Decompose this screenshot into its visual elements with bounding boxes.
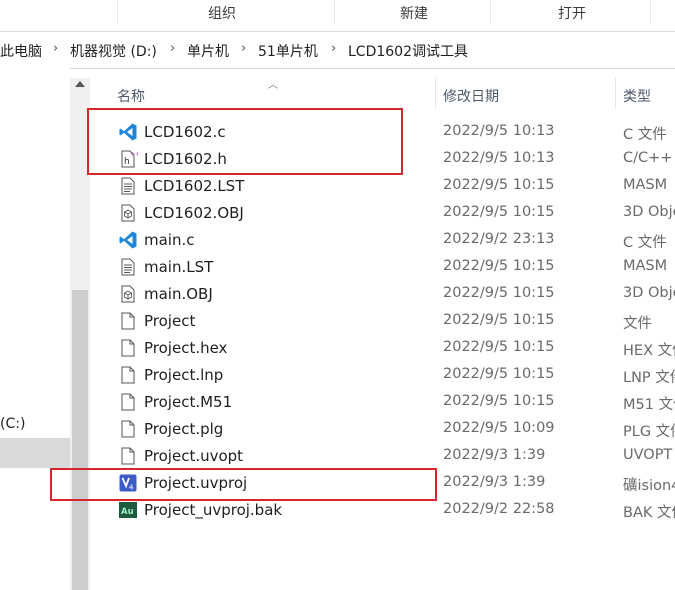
- file-name[interactable]: Project.plg: [144, 420, 223, 438]
- file-type: MASM: [623, 258, 668, 274]
- nav-item-selected[interactable]: [0, 438, 70, 468]
- file-modified-date: 2022/9/5 10:09: [443, 420, 555, 436]
- file-modified-date: 2022/9/2 23:13: [443, 231, 555, 247]
- scroll-up-icon[interactable]: [75, 81, 85, 87]
- file-row[interactable]: Project.M51 2022/9/5 10:15 M51 文件: [110, 389, 675, 416]
- svg-text:Au: Au: [121, 507, 134, 517]
- file-type: 3D Obje: [623, 204, 675, 220]
- file-name[interactable]: Project.lnp: [144, 366, 223, 384]
- column-separator[interactable]: [615, 78, 616, 108]
- file-modified-date: 2022/9/5 10:15: [443, 258, 555, 274]
- 3d-object-icon: [118, 284, 138, 304]
- blank-file-icon: [118, 392, 138, 412]
- file-name[interactable]: Project: [144, 312, 195, 330]
- file-type: 礦ision4: [623, 478, 675, 494]
- file-modified-date: 2022/9/5 10:15: [443, 177, 555, 193]
- file-modified-date: 2022/9/5 10:13: [443, 150, 555, 166]
- file-type: LNP 文件: [623, 370, 675, 386]
- file-name[interactable]: main.c: [144, 231, 195, 249]
- file-type: C 文件: [623, 235, 667, 251]
- vscode-icon: [118, 230, 138, 250]
- file-row[interactable]: Project.hex 2022/9/5 10:15 HEX 文件: [110, 335, 675, 362]
- blank-file-icon: [118, 446, 138, 466]
- ribbon-separator: [334, 0, 335, 24]
- ribbon-group-open[interactable]: 打开: [558, 3, 586, 23]
- file-name[interactable]: Project.uvopt: [144, 447, 243, 465]
- column-header-name[interactable]: 名称: [117, 86, 145, 106]
- column-header-modified[interactable]: 修改日期: [443, 86, 499, 106]
- blank-file-icon: [118, 365, 138, 385]
- file-type: C/C++: [623, 150, 673, 166]
- file-name[interactable]: Project_uvproj.bak: [144, 501, 282, 519]
- breadcrumb-this-pc[interactable]: 此电脑: [0, 41, 42, 61]
- blank-file-icon: [118, 338, 138, 358]
- blank-file-icon: [118, 419, 138, 439]
- file-modified-date: 2022/9/5 10:15: [443, 393, 555, 409]
- text-file-icon: [118, 176, 138, 196]
- 3d-object-icon: [118, 203, 138, 223]
- chevron-right-icon[interactable]: ›: [331, 41, 336, 56]
- breadcrumb-51-mcu[interactable]: 51单片机: [258, 41, 318, 61]
- file-type: UVOPT: [623, 447, 673, 463]
- file-row[interactable]: Project.plg 2022/9/5 10:09 PLG 文件: [110, 416, 675, 443]
- scrollbar-thumb[interactable]: [72, 290, 88, 590]
- address-bar[interactable]: 此电脑 › 机器视觉 (D:) › 单片机 › 51单片机 › LCD1602调…: [0, 31, 675, 69]
- file-modified-date: 2022/9/3 1:39: [443, 474, 546, 490]
- file-modified-date: 2022/9/5 10:15: [443, 312, 555, 328]
- file-modified-date: 2022/9/5 10:15: [443, 366, 555, 382]
- text-file-icon: [118, 257, 138, 277]
- file-type: 3D Obje: [623, 285, 675, 301]
- sort-ascending-icon: ︿: [268, 80, 278, 91]
- ribbon: 组织 新建 打开: [0, 0, 675, 24]
- file-row[interactable]: main.OBJ 2022/9/5 10:15 3D Obje: [110, 281, 675, 308]
- file-row[interactable]: LCD1602.OBJ 2022/9/5 10:15 3D Obje: [110, 200, 675, 227]
- breadcrumb-mcu[interactable]: 单片机: [187, 41, 229, 61]
- chevron-right-icon[interactable]: ›: [241, 41, 246, 56]
- ribbon-group-organize[interactable]: 组织: [208, 3, 236, 23]
- column-header-type[interactable]: 类型: [623, 86, 651, 106]
- file-modified-date: 2022/9/3 1:39: [443, 447, 546, 463]
- file-row[interactable]: main.c 2022/9/2 23:13 C 文件: [110, 227, 675, 254]
- file-modified-date: 2022/9/5 10:15: [443, 285, 555, 301]
- file-row[interactable]: Project 2022/9/5 10:15 文件: [110, 308, 675, 335]
- file-row[interactable]: Project.lnp 2022/9/5 10:15 LNP 文件: [110, 362, 675, 389]
- file-type: PLG 文件: [623, 424, 675, 440]
- ribbon-separator: [490, 0, 491, 24]
- file-type: C 文件: [623, 127, 667, 143]
- file-row[interactable]: Au Project_uvproj.bak 2022/9/2 22:58 BAK 文件: [110, 497, 675, 524]
- nav-item-drive-c[interactable]: (C:): [0, 416, 25, 432]
- file-name[interactable]: LCD1602.LST: [144, 177, 244, 195]
- file-type: M51 文件: [623, 397, 675, 413]
- file-name[interactable]: LCD1602.OBJ: [144, 204, 244, 222]
- chevron-right-icon[interactable]: ›: [53, 41, 58, 56]
- file-row[interactable]: main.LST 2022/9/5 10:15 MASM: [110, 254, 675, 281]
- file-name[interactable]: main.OBJ: [144, 285, 213, 303]
- file-modified-date: 2022/9/5 10:15: [443, 339, 555, 355]
- file-type: BAK 文件: [623, 505, 675, 521]
- highlight-box-lcd1602-files: [87, 108, 403, 175]
- file-modified-date: 2022/9/2 22:58: [443, 501, 555, 517]
- file-modified-date: 2022/9/5 10:13: [443, 123, 555, 139]
- file-type: MASM: [623, 177, 668, 193]
- highlight-box-uvproj: [50, 468, 437, 501]
- ribbon-group-new[interactable]: 新建: [400, 3, 428, 23]
- file-name[interactable]: main.LST: [144, 258, 213, 276]
- file-type: HEX 文件: [623, 343, 675, 359]
- ribbon-separator: [117, 0, 118, 24]
- file-name[interactable]: Project.hex: [144, 339, 227, 357]
- navigation-pane: [0, 68, 70, 590]
- chevron-right-icon[interactable]: ›: [170, 41, 175, 56]
- file-row[interactable]: LCD1602.LST 2022/9/5 10:15 MASM: [110, 173, 675, 200]
- breadcrumb-lcd1602-tool[interactable]: LCD1602调试工具: [348, 41, 468, 61]
- file-row[interactable]: Project.uvopt 2022/9/3 1:39 UVOPT: [110, 443, 675, 470]
- breadcrumb-drive-d[interactable]: 机器视觉 (D:): [70, 41, 157, 61]
- file-type: 文件: [623, 316, 652, 332]
- audition-icon: Au: [118, 500, 138, 520]
- column-separator[interactable]: [435, 78, 436, 108]
- file-name[interactable]: Project.M51: [144, 393, 232, 411]
- file-modified-date: 2022/9/5 10:15: [443, 204, 555, 220]
- ribbon-separator: [650, 0, 651, 24]
- blank-file-icon: [118, 311, 138, 331]
